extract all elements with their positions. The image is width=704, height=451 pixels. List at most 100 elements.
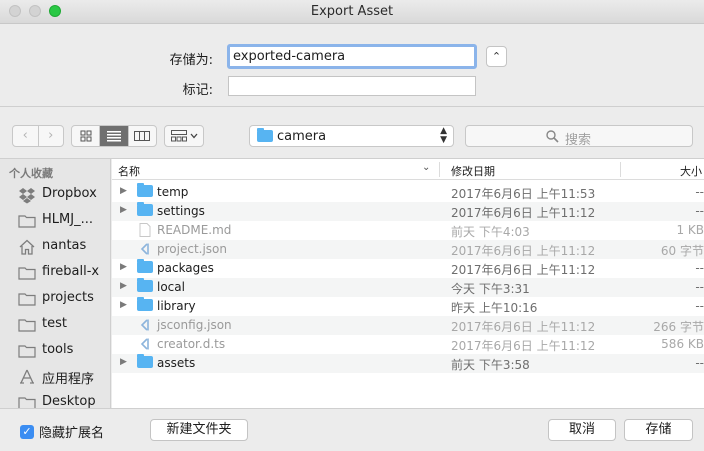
file-name: jsconfig.json	[157, 318, 232, 332]
column-header-size[interactable]: 大小	[680, 163, 702, 179]
disclosure-triangle-icon[interactable]: ▶	[120, 357, 127, 367]
sidebar-item-label: nantas	[42, 238, 87, 253]
file-row[interactable]: ▶ temp 2017年6月6日 上午11:53 --	[112, 183, 704, 202]
group-by-button[interactable]	[164, 125, 204, 147]
icon-view-button[interactable]	[72, 126, 99, 146]
collapse-browser-button[interactable]: ⌃	[486, 46, 507, 67]
hide-extension-checkbox[interactable]: ✓ 隐藏扩展名	[20, 422, 104, 441]
disclosure-triangle-icon[interactable]: ▶	[120, 205, 127, 215]
file-row[interactable]: project.json 2017年6月6日 上午11:12 60 字节	[112, 240, 704, 259]
folder-icon	[137, 354, 153, 368]
file-size: 266 字节	[653, 320, 704, 334]
sidebar-item-fireball-x[interactable]: fireball-x	[0, 261, 110, 285]
folder-icon	[137, 202, 153, 216]
column-divider[interactable]	[439, 162, 440, 177]
sidebar-item-applications[interactable]: 应用程序	[0, 365, 110, 389]
cancel-button[interactable]: 取消	[548, 419, 616, 441]
file-date: 今天 下午3:31	[451, 282, 530, 296]
column-divider[interactable]	[620, 162, 621, 177]
search-placeholder: 搜索	[565, 133, 592, 148]
back-button[interactable]: ‹	[13, 126, 38, 146]
forward-button[interactable]: ›	[37, 126, 64, 146]
file-row[interactable]: ▶ assets 前天 下午3:58 --	[112, 354, 704, 373]
column-header-date[interactable]: 修改日期	[451, 163, 495, 179]
file-date: 前天 下午4:03	[451, 225, 530, 239]
home-icon	[19, 239, 35, 255]
file-row[interactable]: ▶ local 今天 下午3:31 --	[112, 278, 704, 297]
divider	[0, 106, 704, 107]
save-as-label: 存储为:	[169, 53, 213, 68]
window-title: Export Asset	[310, 4, 394, 19]
list-view-button[interactable]	[99, 126, 128, 146]
checkmark-icon[interactable]: ✓	[20, 424, 34, 439]
file-list: 名称 ⌄ 修改日期 大小 ▶ temp 2017年6月6日 上午11:53 --…	[112, 159, 704, 408]
new-folder-button[interactable]: 新建文件夹	[150, 419, 248, 441]
file-date: 2017年6月6日 上午11:12	[451, 339, 596, 353]
file-size: --	[695, 356, 704, 370]
sidebar: 个人收藏 Dropbox HLMJ_... nantas fireball-x …	[0, 159, 111, 408]
disclosure-triangle-icon[interactable]: ▶	[120, 262, 127, 272]
sidebar-item-label: Desktop	[42, 394, 96, 408]
location-popup[interactable]: camera ▲ ▼	[249, 125, 454, 147]
sidebar-item-dropbox[interactable]: Dropbox	[0, 183, 110, 207]
file-name: creator.d.ts	[157, 337, 226, 351]
sidebar-item-label: test	[42, 316, 67, 331]
save-as-input[interactable]	[227, 44, 477, 69]
disclosure-triangle-icon[interactable]: ▶	[120, 281, 127, 291]
folder-icon	[18, 397, 36, 408]
file-date: 2017年6月6日 上午11:12	[451, 263, 596, 277]
file-row[interactable]: README.md 前天 下午4:03 1 KB	[112, 221, 704, 240]
folder-icon	[137, 297, 153, 311]
file-row[interactable]: ▶ library 昨天 上午10:16 --	[112, 297, 704, 316]
file-name: local	[157, 280, 185, 294]
folder-icon	[18, 215, 36, 228]
sidebar-item-tools[interactable]: tools	[0, 339, 110, 363]
view-mode-buttons	[71, 125, 157, 147]
sidebar-item-hlmj[interactable]: HLMJ_...	[0, 209, 110, 233]
file-row[interactable]: creator.d.ts 2017年6月6日 上午11:12 586 KB	[112, 335, 704, 354]
column-view-button[interactable]	[127, 126, 156, 146]
folder-icon	[18, 319, 36, 332]
file-date: 2017年6月6日 上午11:53	[451, 187, 596, 201]
dropbox-icon	[19, 188, 35, 204]
column-header-name[interactable]: 名称	[118, 163, 140, 179]
file-size: --	[695, 185, 704, 199]
applications-icon	[20, 369, 34, 384]
file-name: temp	[157, 185, 189, 199]
file-row[interactable]: jsconfig.json 2017年6月6日 上午11:12 266 字节	[112, 316, 704, 335]
file-size: --	[695, 204, 704, 218]
file-name: README.md	[157, 223, 232, 237]
sidebar-item-test[interactable]: test	[0, 313, 110, 337]
file-size: 1 KB	[676, 223, 704, 237]
tags-input[interactable]	[228, 76, 476, 96]
sidebar-item-label: 应用程序	[42, 372, 95, 387]
save-button[interactable]: 存储	[624, 419, 693, 441]
file-row[interactable]: ▶ settings 2017年6月6日 上午11:12 --	[112, 202, 704, 221]
file-size: --	[695, 299, 704, 313]
sidebar-item-projects[interactable]: projects	[0, 287, 110, 311]
sidebar-item-label: projects	[42, 290, 94, 305]
sidebar-item-label: tools	[42, 342, 74, 357]
file-name: library	[157, 299, 196, 313]
search-icon	[546, 130, 559, 143]
file-name: project.json	[157, 242, 227, 256]
file-date: 前天 下午3:58	[451, 358, 530, 372]
disclosure-triangle-icon[interactable]: ▶	[120, 186, 127, 196]
search-field[interactable]: 搜索	[465, 125, 693, 148]
file-size: --	[695, 261, 704, 275]
disclosure-triangle-icon[interactable]: ▶	[120, 300, 127, 310]
folder-icon	[18, 293, 36, 306]
vscode-file-icon	[140, 243, 149, 255]
tags-label: 标记:	[182, 83, 213, 98]
sidebar-heading: 个人收藏	[9, 167, 53, 180]
sidebar-item-nantas[interactable]: nantas	[0, 235, 110, 259]
folder-icon	[137, 278, 153, 292]
grid-icon	[80, 130, 92, 142]
sidebar-item-desktop[interactable]: Desktop	[0, 391, 110, 408]
navigation-buttons: ‹ ›	[12, 125, 64, 147]
updown-chevron-icon: ▲ ▼	[440, 126, 447, 145]
sidebar-item-label: Dropbox	[42, 186, 97, 201]
divider	[0, 408, 704, 409]
group-grid-icon	[170, 130, 187, 142]
file-row[interactable]: ▶ packages 2017年6月6日 上午11:12 --	[112, 259, 704, 278]
